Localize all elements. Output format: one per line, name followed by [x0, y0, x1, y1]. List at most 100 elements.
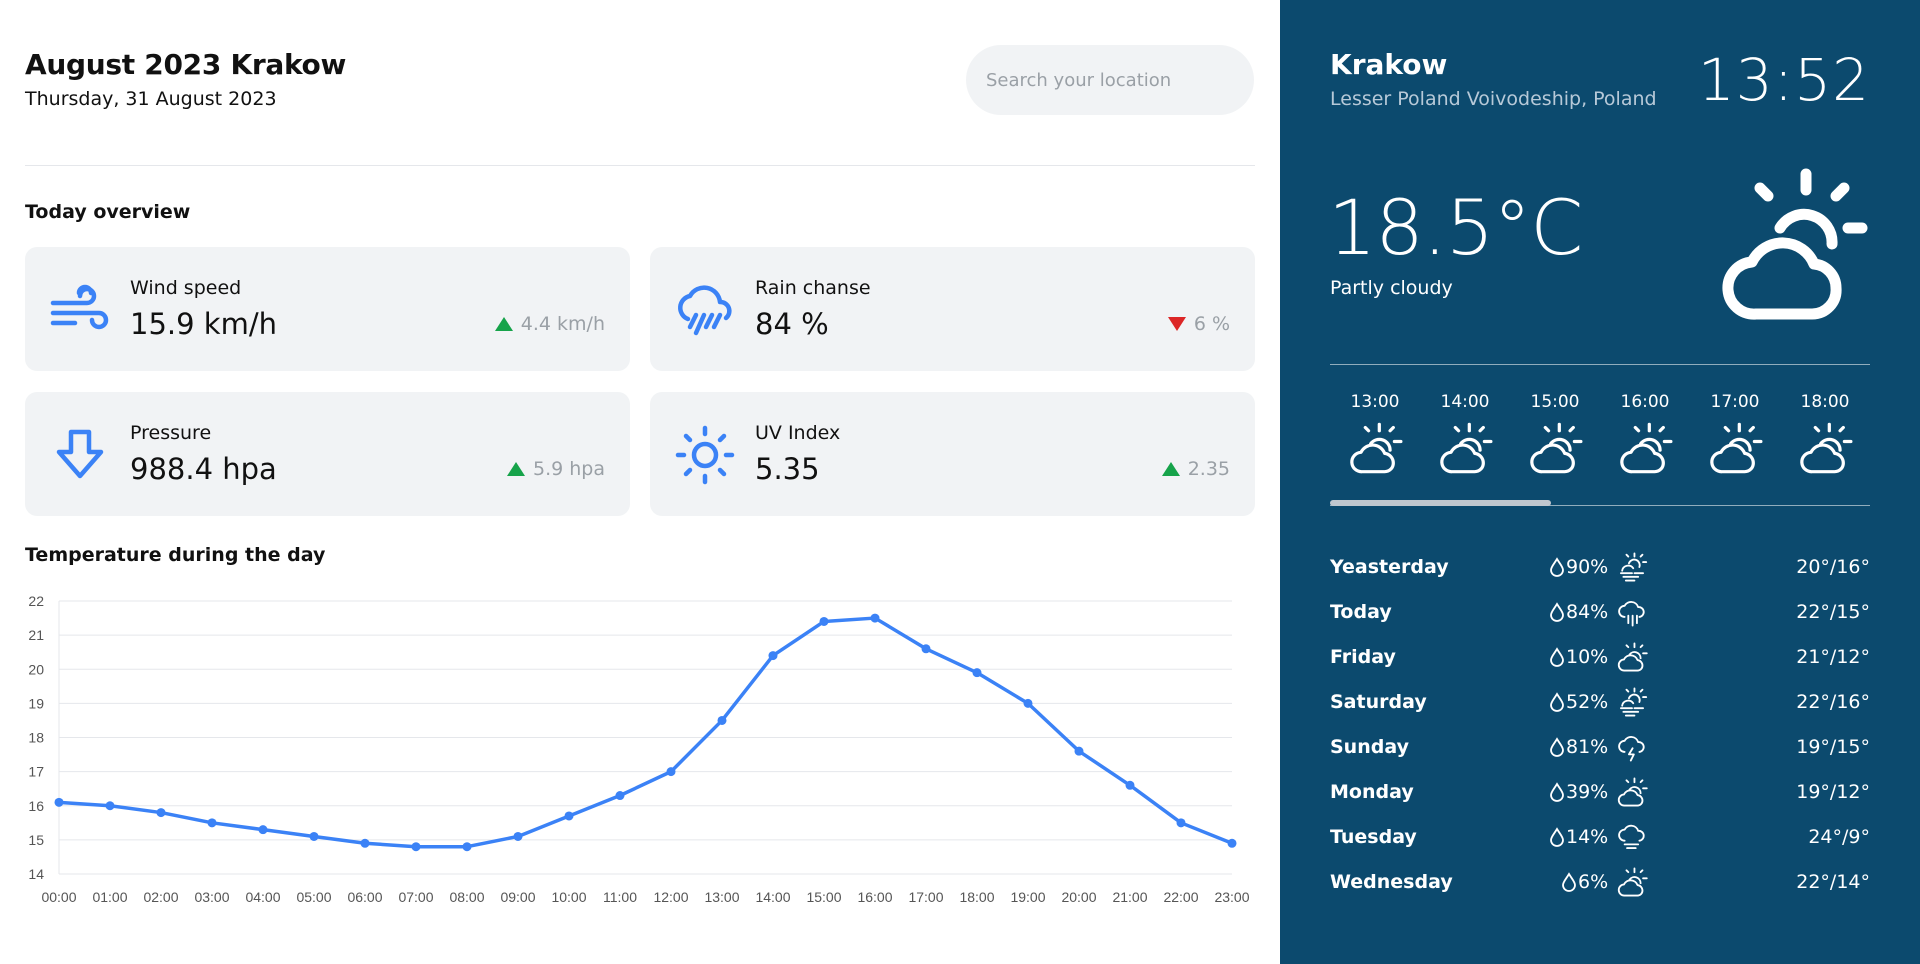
partly-cloudy-icon: [1530, 422, 1583, 474]
temperature-point[interactable]: [564, 811, 574, 821]
thunder-icon: [1618, 735, 1645, 761]
x-tick-label: 04:00: [245, 889, 280, 905]
daily-row: Tuesday 14% 24°/9°: [1330, 814, 1870, 859]
x-tick-label: 12:00: [653, 889, 688, 905]
temperature-point[interactable]: [819, 616, 829, 626]
rain-chance: 81%: [1566, 735, 1609, 758]
day-name: Tuesday: [1330, 825, 1417, 848]
x-tick-label: 23:00: [1214, 889, 1249, 905]
temperature-range: 21°/12°: [1796, 645, 1870, 668]
card-value: 84 %: [755, 307, 829, 341]
temperature-point[interactable]: [513, 831, 523, 841]
x-tick-label: 11:00: [603, 889, 637, 905]
rain-chance: 6%: [1578, 870, 1609, 893]
temperature-point[interactable]: [1176, 818, 1186, 828]
x-tick-label: 05:00: [296, 889, 331, 905]
temperature-point[interactable]: [666, 767, 676, 777]
y-tick-label: 21: [28, 627, 44, 643]
temperature-range: 22°/14°: [1796, 870, 1870, 893]
partly-cloudy-icon: [1800, 422, 1853, 474]
rain-chance: 14%: [1566, 825, 1609, 848]
x-tick-label: 19:00: [1010, 889, 1045, 905]
search-input[interactable]: [966, 45, 1254, 115]
x-tick-label: 20:00: [1061, 889, 1096, 905]
x-tick-label: 07:00: [398, 889, 433, 905]
temperature-point[interactable]: [258, 825, 268, 835]
hourly-forecast[interactable]: 13:00 14:00 15:00 16:00 17:00 18:00: [1330, 392, 1870, 480]
hourly-scrollbar[interactable]: [1330, 500, 1552, 506]
daily-row: Saturday 52% 22°/16°: [1330, 679, 1870, 724]
chart-title: Temperature during the day: [25, 544, 326, 566]
partly-cloudy-icon: [1722, 168, 1868, 320]
temperature-point[interactable]: [411, 842, 421, 852]
daily-row: Yeasterday 90% 20°/16°: [1330, 544, 1870, 589]
y-tick-label: 22: [28, 593, 44, 609]
temperature-point[interactable]: [1023, 698, 1033, 708]
sun-icon: [675, 425, 735, 485]
x-tick-label: 01:00: [92, 889, 127, 905]
main-panel: August 2023 Krakow Thursday, 31 August 2…: [0, 0, 1280, 964]
card-delta: 4.4 km/h: [494, 313, 605, 335]
temperature-point[interactable]: [615, 791, 625, 801]
weather-dashboard: August 2023 Krakow Thursday, 31 August 2…: [0, 0, 1920, 964]
temperature-point[interactable]: [105, 801, 115, 811]
y-tick-label: 16: [28, 798, 44, 814]
temperature-point[interactable]: [870, 613, 880, 623]
daily-row: Monday 39% 19°/12°: [1330, 769, 1870, 814]
hourly-item: 16:00: [1600, 392, 1690, 480]
temperature-point[interactable]: [921, 644, 931, 654]
temperature-point[interactable]: [972, 668, 982, 678]
x-tick-label: 21:00: [1112, 889, 1147, 905]
partly-cloudy-icon: [1617, 642, 1648, 671]
partly-cloudy-icon: [1440, 422, 1493, 474]
temperature-point[interactable]: [54, 797, 64, 807]
temperature-point[interactable]: [1125, 780, 1135, 790]
card-delta-value: 2.35: [1187, 458, 1230, 480]
card-label: Wind speed: [130, 277, 242, 299]
temperature-point[interactable]: [768, 651, 778, 661]
temperature-range: 19°/15°: [1796, 735, 1870, 758]
temperature-point[interactable]: [309, 831, 319, 841]
city-name: Krakow: [1330, 48, 1448, 81]
x-tick-label: 17:00: [908, 889, 943, 905]
rain-icon: [678, 285, 732, 336]
temperature-range: 22°/15°: [1796, 600, 1870, 623]
card-value: 15.9 km/h: [130, 307, 277, 341]
pressure-card: Pressure 988.4 hpa 5.9 hpa: [25, 392, 630, 516]
daily-row: Sunday 81% 19°/15°: [1330, 724, 1870, 769]
temperature-point[interactable]: [717, 715, 727, 725]
x-tick-label: 08:00: [449, 889, 484, 905]
day-name: Friday: [1330, 645, 1396, 668]
temperature-range: 19°/12°: [1796, 780, 1870, 803]
header-divider: [25, 165, 1255, 166]
day-name: Monday: [1330, 780, 1414, 803]
partly-cloudy-icon: [1620, 422, 1673, 474]
temperature-point[interactable]: [462, 842, 472, 852]
temperature-point[interactable]: [1227, 838, 1237, 848]
sidebar-divider: [1330, 364, 1870, 365]
temperature-point[interactable]: [207, 818, 217, 828]
current-temperature: 18.5°C: [1328, 183, 1583, 272]
region-name: Lesser Poland Voivodeship, Poland: [1330, 88, 1657, 110]
y-tick-label: 20: [28, 661, 44, 677]
temperature-point[interactable]: [360, 838, 370, 848]
x-tick-label: 22:00: [1163, 889, 1198, 905]
uv-index-card: UV Index 5.35 2.35: [650, 392, 1255, 516]
rain-chance: 90%: [1566, 555, 1609, 578]
day-name: Sunday: [1330, 735, 1409, 758]
rain-chance: 84%: [1566, 600, 1609, 623]
card-label: Pressure: [130, 422, 212, 444]
temperature-point[interactable]: [1074, 746, 1084, 756]
hourly-time: 13:00: [1350, 392, 1400, 412]
x-tick-label: 16:00: [857, 889, 892, 905]
hourly-item: 17:00: [1690, 392, 1780, 480]
temperature-chart: 14 15 16 17 18 19 20 21 22 00:00 01:00 02:00 03:00 04…: [28, 593, 1249, 905]
weather-sidebar: Krakow Lesser Poland Voivodeship, Poland…: [1280, 0, 1920, 964]
card-value: 5.35: [755, 452, 820, 486]
daily-row: Today 84% 22°/15°: [1330, 589, 1870, 634]
trend-up-icon: [506, 462, 525, 476]
temperature-point[interactable]: [156, 808, 166, 818]
raindrop-icon: [1550, 826, 1564, 847]
day-name: Saturday: [1330, 690, 1427, 713]
x-tick-label: 06:00: [347, 889, 382, 905]
